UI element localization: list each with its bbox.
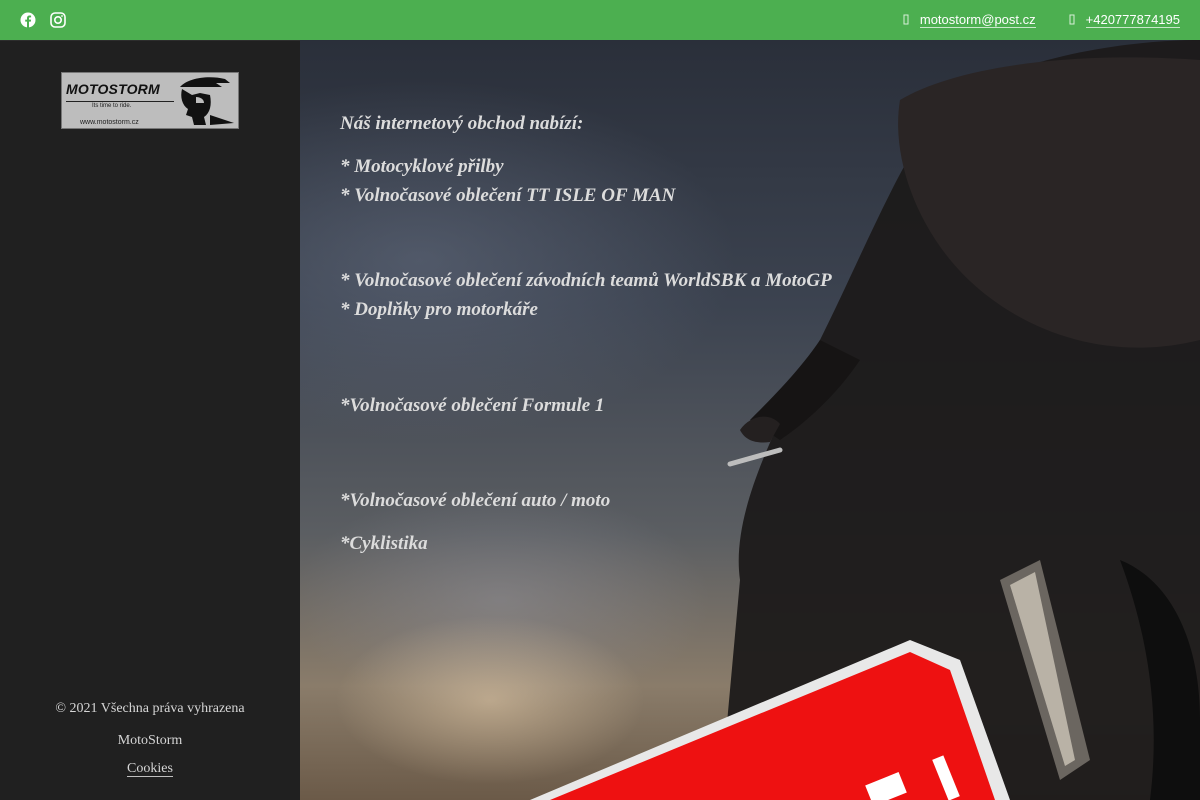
logo-url: www.motostorm.cz <box>80 119 139 126</box>
motorcycle-rider-image <box>530 40 1200 800</box>
offer-item: *Cyklistika <box>340 533 428 554</box>
instagram-icon <box>50 12 66 28</box>
phone-link[interactable]: +420777874195 <box>1085 12 1180 28</box>
offer-heading: Náš internetový obchod nabízí: <box>340 113 584 134</box>
offer-item: * Doplňky pro motorkáře <box>340 299 538 320</box>
offer-item: *Volnočasové oblečení Formule 1 <box>340 395 605 416</box>
logo-tagline: Its time to ride. <box>92 103 132 109</box>
site-logo[interactable]: MOTOSTORM Its time to ride. www.motostor… <box>61 72 239 129</box>
facebook-link[interactable] <box>20 12 36 28</box>
hero-background: Náš internetový obchod nabízí: * Motocyk… <box>300 40 1200 800</box>
offer-item: * Volnočasové oblečení TT ISLE OF MAN <box>340 185 676 206</box>
offer-item: * Volnočasové oblečení závodních teamů W… <box>340 270 832 291</box>
social-links <box>20 12 66 28</box>
instagram-link[interactable] <box>50 12 66 28</box>
site-name: MotoStorm <box>117 733 183 748</box>
logo-underline <box>66 101 174 102</box>
cookies-link[interactable]: Cookies <box>127 761 173 777</box>
offer-item: * Motocyklové přilby <box>340 156 504 177</box>
sidebar: MOTOSTORM Its time to ride. www.motostor… <box>0 40 300 800</box>
contact-info: motostorm@post.cz +420777874195 <box>900 12 1180 28</box>
envelope-icon <box>900 13 912 27</box>
top-bar: motostorm@post.cz +420777874195 <box>0 0 1200 40</box>
offer-item: *Volnočasové oblečení auto / moto <box>340 490 611 511</box>
phone-icon <box>1066 13 1078 27</box>
cookies-footer: Cookies <box>0 761 300 777</box>
copyright-text: © 2021 Všechna práva vyhrazena <box>55 701 245 716</box>
facebook-icon <box>20 12 36 28</box>
email-link[interactable]: motostorm@post.cz <box>919 12 1036 28</box>
logo-wordmark: MOTOSTORM <box>66 81 160 97</box>
rider-helmet-icon <box>180 77 234 125</box>
